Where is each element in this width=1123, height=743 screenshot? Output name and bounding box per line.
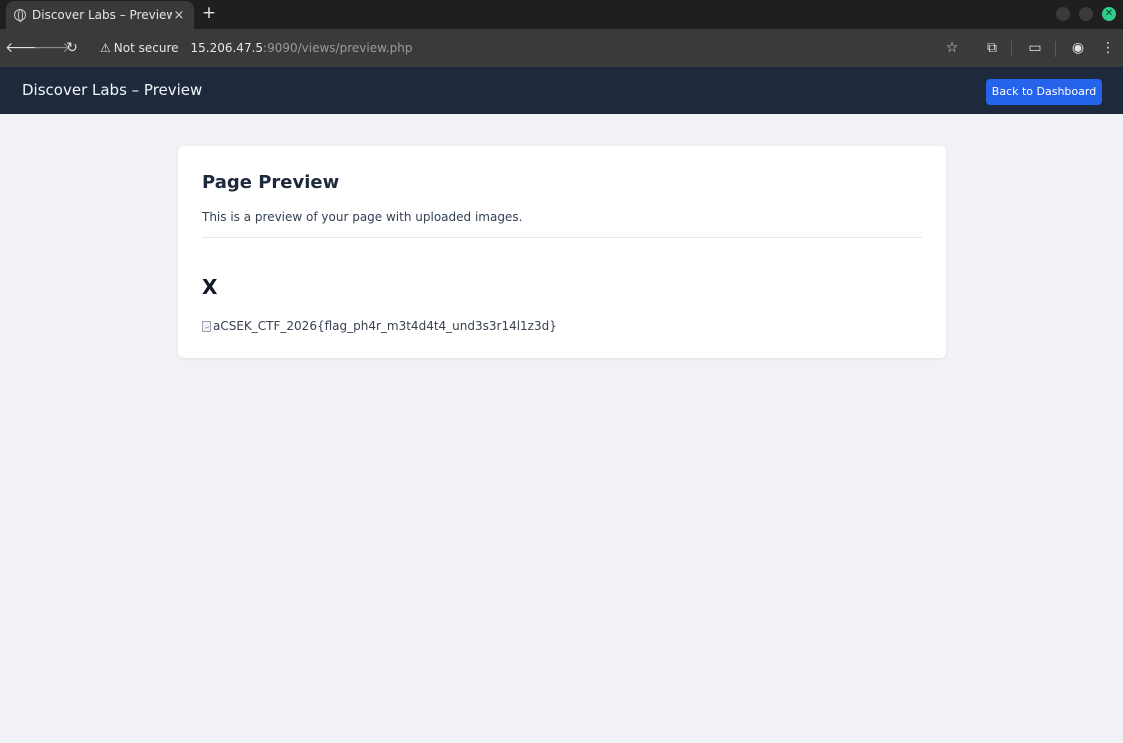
app-header: Discover Labs – Preview Back to Dashboar… — [0, 67, 1123, 114]
broken-image: aCSEK_CTF_2026{flag_ph4r_m3t4d4t4_und3s3… — [202, 319, 557, 333]
preview-card: Page Preview This is a preview of your p… — [178, 146, 946, 358]
menu-kebab-icon[interactable]: ⋮ — [1098, 38, 1118, 58]
security-label[interactable]: Not secure — [114, 41, 179, 55]
new-tab-button[interactable]: + — [200, 4, 218, 22]
browser-tabstrip: Discover Labs – Preview × + — [0, 0, 1123, 29]
back-to-dashboard-button[interactable]: Back to Dashboard — [986, 79, 1102, 105]
extensions-icon[interactable]: ⧉ — [982, 38, 1002, 58]
toolbar-divider — [1011, 41, 1012, 57]
url-path: :9090/views/preview.php — [263, 41, 413, 55]
url-host: 15.206.47.5 — [190, 41, 264, 55]
profile-icon[interactable]: ◉ — [1068, 38, 1088, 58]
page-description: This is a preview of your page with uplo… — [202, 210, 523, 224]
globe-icon — [14, 9, 26, 22]
browser-tab[interactable]: Discover Labs – Preview × — [6, 1, 194, 29]
forward-arrow-icon[interactable]: 🡒 — [33, 38, 71, 58]
back-arrow-icon[interactable]: 🡐 — [5, 38, 43, 58]
toolbar-divider — [1055, 41, 1056, 57]
image-alt-text: aCSEK_CTF_2026{flag_ph4r_m3t4d4t4_und3s3… — [213, 319, 557, 333]
tab-title: Discover Labs – Preview — [32, 8, 172, 22]
reload-icon[interactable]: ↻ — [62, 38, 82, 58]
app-title: Discover Labs – Preview — [22, 81, 203, 99]
browser-toolbar: 🡐 🡒 ↻ ⚠ Not secure 15.206.47.5 :9090/vie… — [0, 29, 1123, 67]
bookmark-star-icon[interactable]: ☆ — [942, 38, 962, 58]
divider — [202, 237, 922, 238]
page-title: Page Preview — [202, 172, 340, 193]
broken-image-icon — [202, 320, 211, 332]
side-panel-icon[interactable]: ▭ — [1025, 38, 1045, 58]
tab-close-icon[interactable]: × — [172, 8, 186, 23]
address-bar[interactable]: ⚠ Not secure 15.206.47.5 :9090/views/pre… — [94, 34, 970, 62]
minimize-button[interactable] — [1056, 7, 1070, 21]
page-name-heading: X — [202, 275, 218, 299]
close-window-button[interactable] — [1102, 7, 1116, 21]
warning-icon[interactable]: ⚠ — [100, 41, 111, 55]
maximize-button[interactable] — [1079, 7, 1093, 21]
